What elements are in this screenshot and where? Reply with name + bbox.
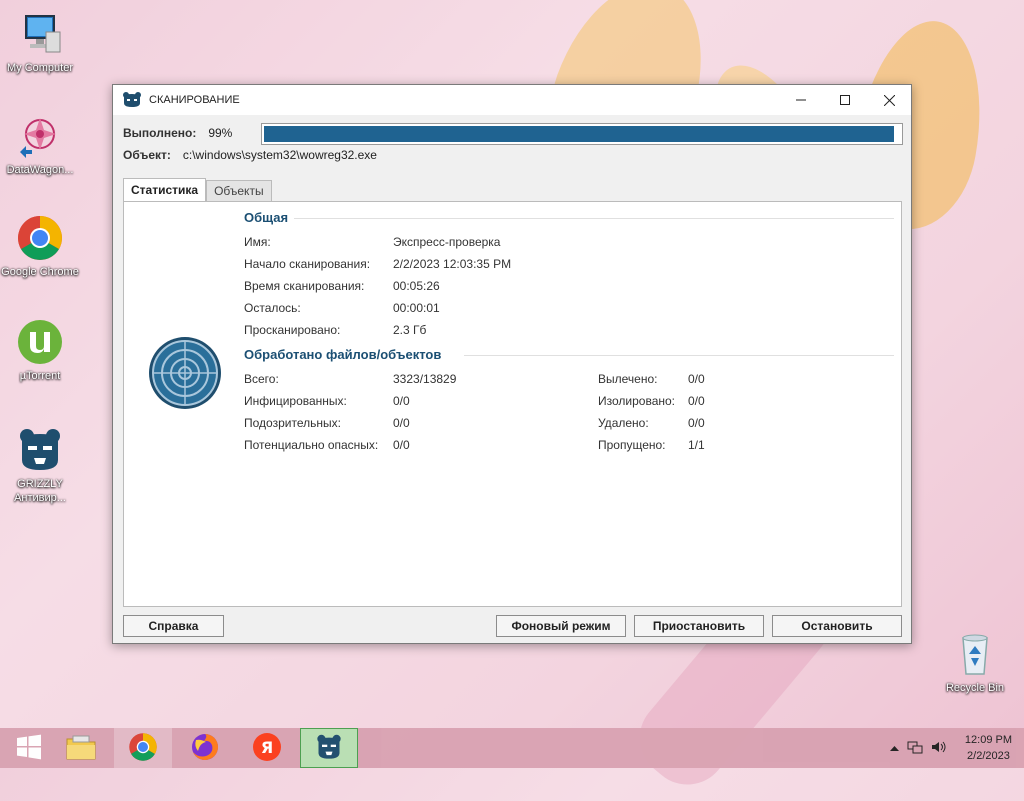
taskbar: Я 12:09 PM 2/2/2023 — [0, 728, 1024, 768]
label-skipped: Пропущено: — [598, 438, 666, 452]
help-button[interactable]: Справка — [123, 615, 224, 637]
clock-date: 2/2/2023 — [967, 750, 1010, 762]
recycle-bin-icon — [951, 630, 999, 678]
desktop-icon-recycle-bin[interactable]: Recycle Bin — [935, 630, 1015, 695]
radar-icon — [148, 336, 222, 410]
grizzly-icon — [314, 733, 344, 764]
taskbar-file-explorer[interactable] — [52, 728, 110, 768]
section-title-general: Общая — [244, 210, 289, 225]
section-title-processed: Обработано файлов/объектов — [244, 347, 442, 362]
desktop-icon-label: Google Chrome — [1, 266, 79, 278]
desktop-icon-label: GRIZZLY Антивир... — [14, 478, 66, 504]
value-infected: 0/0 — [393, 394, 410, 408]
desktop-icon-label: Recycle Bin — [945, 682, 1005, 694]
desktop-icon-utorrent[interactable]: µTorrent — [0, 318, 80, 383]
value-potentially-dangerous: 0/0 — [393, 438, 410, 452]
value-deleted: 0/0 — [688, 416, 705, 430]
yandex-icon: Я — [252, 732, 282, 765]
stop-button[interactable]: Остановить — [772, 615, 902, 637]
statistics-panel: Общая Имя: Экспресс-проверка Начало скан… — [123, 201, 902, 607]
network-icon[interactable] — [907, 740, 923, 757]
title-bar[interactable]: СКАНИРОВАНИЕ — [113, 85, 911, 115]
chrome-icon — [16, 214, 64, 262]
value-total: 3323/13829 — [393, 372, 457, 386]
chrome-icon — [128, 732, 158, 765]
maximize-button[interactable] — [823, 85, 867, 115]
minimize-button[interactable] — [779, 85, 823, 115]
desktop-icon-datawagon[interactable]: DataWagon... — [0, 112, 80, 177]
section-divider — [464, 355, 894, 356]
desktop-icon-my-computer[interactable]: My Computer — [0, 10, 80, 75]
taskbar-yandex[interactable]: Я — [238, 728, 296, 768]
progress-label: Выполнено: — [123, 126, 197, 140]
clock[interactable]: 12:09 PM 2/2/2023 — [965, 732, 1012, 764]
value-quarantined: 0/0 — [688, 394, 705, 408]
label-scan-start: Начало сканирования: — [244, 257, 371, 271]
taskbar-firefox[interactable] — [176, 728, 234, 768]
desktop-icon-label: DataWagon... — [6, 164, 74, 176]
value-scan-time: 00:05:26 — [393, 279, 440, 293]
desktop-icon-label: My Computer — [6, 62, 74, 74]
object-label: Объект: — [123, 148, 171, 162]
svg-text:Я: Я — [261, 738, 273, 757]
label-scanned: Просканировано: — [244, 323, 341, 337]
pause-button[interactable]: Приостановить — [634, 615, 764, 637]
label-infected: Инфицированных: — [244, 394, 347, 408]
scan-window: СКАНИРОВАНИЕ Выполнено: 99% Объект: c:\w… — [112, 84, 912, 644]
value-skipped: 1/1 — [688, 438, 705, 452]
progress-row: Выполнено: 99% — [123, 123, 903, 145]
start-icon — [15, 733, 43, 764]
desktop-icon-chrome[interactable]: Google Chrome — [0, 214, 80, 279]
background-mode-button[interactable]: Фоновый режим — [496, 615, 626, 637]
tab-statistics[interactable]: Статистика — [123, 178, 207, 201]
label-name: Имя: — [244, 235, 271, 249]
tab-bar: Статистика Объекты — [123, 178, 272, 201]
file-explorer-icon — [65, 733, 97, 764]
clock-time: 12:09 PM — [964, 734, 1012, 746]
progress-bar — [261, 123, 903, 145]
value-remaining: 00:00:01 — [393, 301, 440, 315]
label-total: Всего: — [244, 372, 279, 386]
value-name: Экспресс-проверка — [393, 235, 501, 249]
value-cured: 0/0 — [688, 372, 705, 386]
tab-objects[interactable]: Объекты — [206, 180, 272, 201]
label-deleted: Удалено: — [598, 416, 649, 430]
value-scan-start: 2/2/2023 12:03:35 PM — [393, 257, 512, 271]
start-button[interactable] — [0, 728, 58, 768]
grizzly-icon — [16, 426, 64, 474]
object-path: c:\windows\system32\wowreg32.exe — [182, 148, 377, 162]
value-scanned: 2.3 Гб — [393, 323, 427, 337]
firefox-icon — [190, 732, 220, 765]
grizzly-icon — [123, 92, 141, 108]
progress-fill — [264, 126, 894, 142]
window-title: СКАНИРОВАНИЕ — [149, 94, 240, 106]
section-divider — [294, 218, 894, 219]
value-suspicious: 0/0 — [393, 416, 410, 430]
label-scan-time: Время сканирования: — [244, 279, 365, 293]
taskbar-grizzly[interactable] — [300, 728, 358, 768]
taskbar-chrome[interactable] — [114, 728, 172, 768]
desktop-icon-grizzly[interactable]: GRIZZLY Антивир... — [0, 426, 80, 505]
object-row: Объект: c:\windows\system32\wowreg32.exe — [123, 148, 377, 162]
label-potentially-dangerous: Потенциально опасных: — [244, 438, 379, 452]
computer-icon — [16, 10, 64, 58]
progress-percent: 99% — [208, 126, 233, 140]
volume-icon[interactable] — [931, 740, 947, 757]
utorrent-icon — [16, 318, 64, 366]
system-tray: 12:09 PM 2/2/2023 — [889, 728, 1012, 768]
desktop-icon-label: µTorrent — [19, 370, 61, 382]
chevron-up-icon[interactable] — [889, 742, 899, 754]
close-button[interactable] — [867, 85, 911, 115]
label-quarantined: Изолировано: — [598, 394, 676, 408]
label-remaining: Осталось: — [244, 301, 301, 315]
label-cured: Вылечено: — [598, 372, 658, 386]
datawagon-icon — [16, 112, 64, 160]
label-suspicious: Подозрительных: — [244, 416, 341, 430]
